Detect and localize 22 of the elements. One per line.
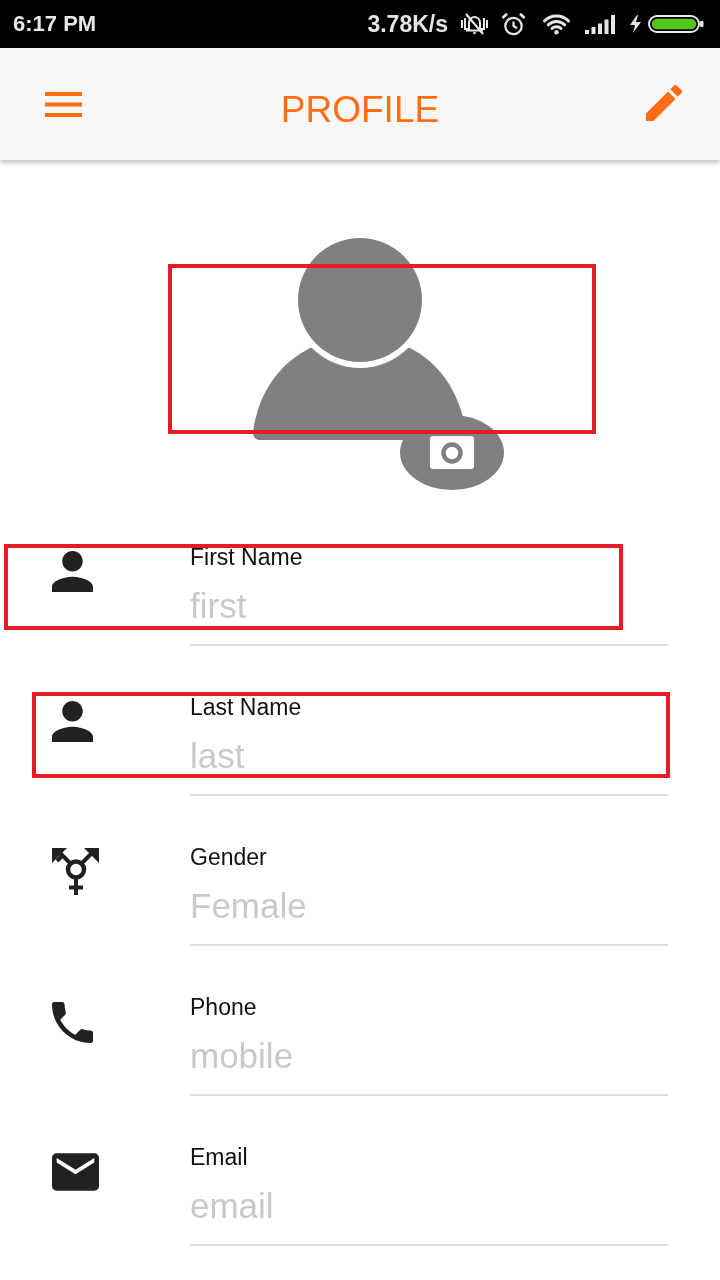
pencil-icon[interactable] bbox=[646, 85, 682, 121]
person-icon bbox=[52, 701, 93, 742]
field-label: Email bbox=[190, 1143, 249, 1171]
camera-icon[interactable] bbox=[400, 415, 504, 490]
person-icon bbox=[52, 551, 93, 592]
field-label: Phone bbox=[190, 993, 258, 1021]
charging-bolt-icon bbox=[630, 15, 641, 33]
envelope-icon bbox=[52, 1153, 99, 1191]
screen-title: PROFILE bbox=[280, 88, 440, 132]
status-time: 6:17 PM bbox=[13, 11, 97, 37]
transgender-symbol-icon bbox=[52, 848, 99, 895]
phone-icon bbox=[52, 1002, 93, 1043]
bell-off-icon bbox=[460, 13, 489, 35]
field-label: Gender bbox=[190, 843, 268, 871]
field-label: Last Name bbox=[190, 693, 303, 721]
network-speed: 3.78K/s bbox=[367, 10, 448, 38]
wifi-icon bbox=[541, 13, 572, 35]
alarm-clock-icon bbox=[501, 12, 526, 36]
field-label: First Name bbox=[190, 543, 304, 571]
signal-icon bbox=[585, 14, 615, 34]
battery-icon bbox=[648, 15, 704, 33]
menu-icon[interactable] bbox=[45, 91, 82, 117]
